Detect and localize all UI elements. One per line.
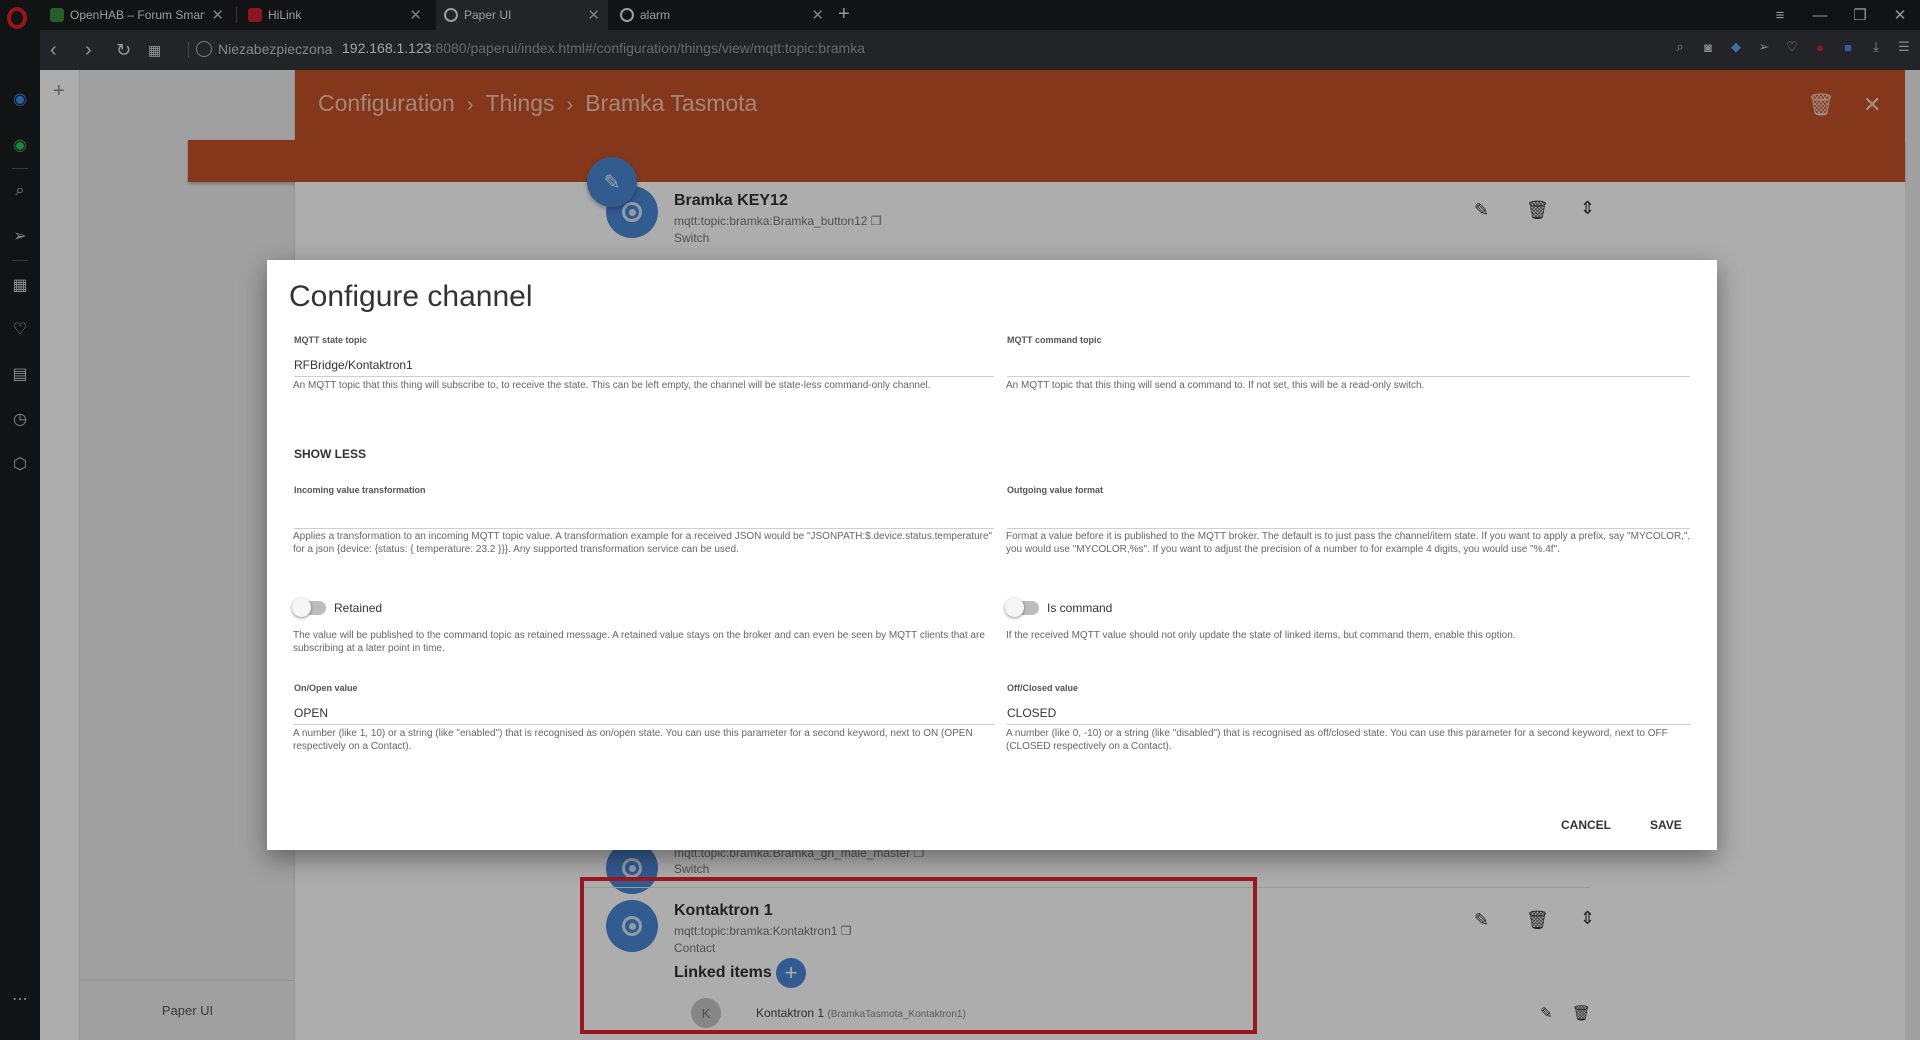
- retained-toggle[interactable]: [292, 598, 326, 617]
- on-value-help: A number (like 1, 10) or a string (like …: [293, 728, 973, 752]
- is-command-label: Is command: [1047, 601, 1113, 615]
- on-value-underline: [294, 724, 994, 725]
- command-topic-help: An MQTT topic that this thing will send …: [1006, 380, 1425, 391]
- dialog-title: Configure channel: [289, 280, 533, 313]
- is-command-toggle[interactable]: [1005, 598, 1039, 617]
- is-command-help: If the received MQTT value should not on…: [1006, 630, 1516, 641]
- on-value-input[interactable]: OPEN: [294, 706, 328, 720]
- state-topic-underline: [294, 376, 994, 377]
- cancel-button[interactable]: CANCEL: [1561, 818, 1611, 832]
- incoming-transformation-help: Applies a transformation to an incoming …: [293, 531, 993, 555]
- command-topic-underline: [1007, 376, 1690, 377]
- configure-channel-dialog: Configure channel MQTT state topic RFBri…: [267, 260, 1717, 850]
- off-value-input[interactable]: CLOSED: [1007, 706, 1056, 720]
- state-topic-help: An MQTT topic that this thing will subsc…: [293, 380, 931, 391]
- off-value-underline: [1007, 724, 1690, 725]
- retained-label: Retained: [334, 601, 383, 615]
- outgoing-format-help: Format a value before it is published to…: [1006, 531, 1691, 555]
- outgoing-underline: [1007, 528, 1690, 529]
- save-button[interactable]: SAVE: [1650, 818, 1682, 832]
- show-less-button[interactable]: SHOW LESS: [294, 447, 366, 461]
- retained-help: The value will be published to the comma…: [293, 630, 985, 654]
- off-value-help: A number (like 0, -10) or a string (like…: [1006, 728, 1668, 752]
- outgoing-format-label: Outgoing value format: [1007, 485, 1104, 495]
- on-value-label: On/Open value: [294, 683, 358, 693]
- state-topic-input[interactable]: RFBridge/Kontaktron1: [294, 358, 413, 372]
- state-topic-label: MQTT state topic: [294, 335, 368, 345]
- incoming-transformation-label: Incoming value transformation: [294, 485, 426, 495]
- incoming-underline: [294, 528, 994, 529]
- command-topic-label: MQTT command topic: [1007, 335, 1102, 345]
- off-value-label: Off/Closed value: [1007, 683, 1079, 693]
